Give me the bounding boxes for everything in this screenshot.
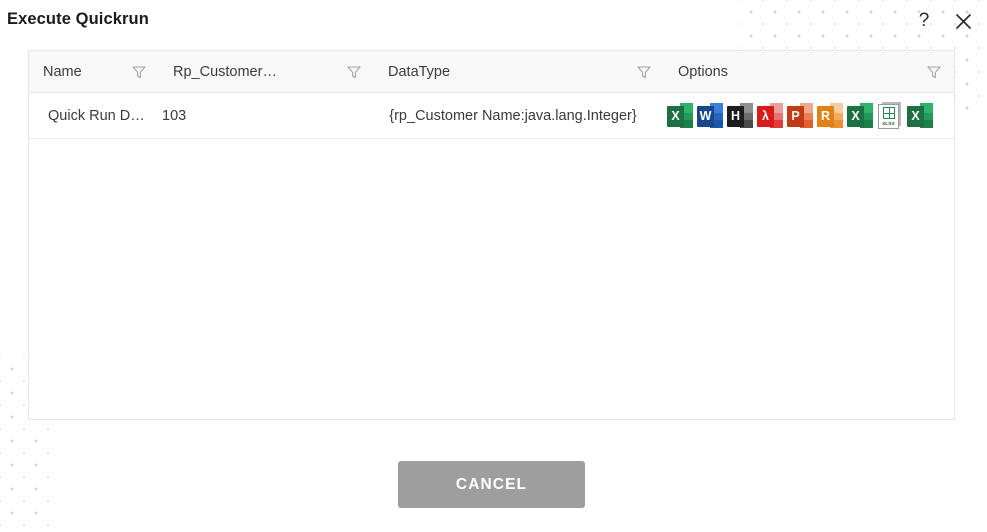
parameters-table: Name Rp_Customer… DataType Options Quick… (28, 50, 955, 420)
column-header-options-label: Options (678, 63, 728, 80)
cell-parameter: 103 (159, 93, 374, 138)
export-xls-icon[interactable]: X (845, 101, 875, 131)
column-header-parameter[interactable]: Rp_Customer… (159, 51, 374, 92)
cell-parameter-text: 103 (162, 107, 187, 124)
cell-options: X W Hλ P R X XLSX X (664, 93, 954, 138)
export-powerpoint-icon[interactable]: P (785, 101, 815, 131)
filter-funnel-icon[interactable] (131, 64, 147, 80)
spreadsheet-grid-icon (882, 106, 895, 119)
export-html-icon[interactable]: H (725, 101, 755, 131)
export-pdf-icon[interactable]: λ (755, 101, 785, 131)
filter-funnel-icon[interactable] (926, 64, 942, 80)
cell-name-text: Quick Run D… (48, 107, 145, 124)
export-options-icon-list: X W Hλ P R X XLSX X (665, 101, 935, 131)
table-row[interactable]: Quick Run D… 103 {rp_Customer Name:java.… (29, 93, 954, 139)
table-header-row: Name Rp_Customer… DataType Options (29, 51, 954, 93)
file-icon-letter: λ (757, 105, 774, 127)
export-excel-icon[interactable]: X (665, 101, 695, 131)
column-header-name[interactable]: Name (29, 51, 159, 92)
column-header-parameter-label: Rp_Customer… (173, 63, 277, 80)
export-xlsx-file-icon[interactable]: XLSX (875, 101, 905, 131)
cancel-button[interactable]: CANCEL (398, 461, 585, 508)
export-csv-icon[interactable]: X (905, 101, 935, 131)
close-icon (955, 13, 971, 29)
svg-text:?: ? (919, 11, 930, 31)
file-icon-letter: R (817, 105, 834, 127)
file-icon-letter: X (907, 105, 924, 127)
question-mark-icon: ? (919, 11, 930, 31)
column-header-options[interactable]: Options (664, 51, 954, 92)
column-header-name-label: Name (43, 63, 82, 80)
document-sheet: XLSX (878, 103, 899, 129)
cell-datatype-text: {rp_Customer Name:java.lang.Integer} (389, 107, 637, 124)
document-format-label: XLSX (882, 120, 895, 126)
file-icon-letter: W (697, 105, 714, 127)
column-header-datatype[interactable]: DataType (374, 51, 664, 92)
file-icon-letter: P (787, 105, 804, 127)
file-icon-letter: H (727, 105, 744, 127)
file-icon-letter: X (667, 105, 684, 127)
export-word-icon[interactable]: W (695, 101, 725, 131)
filter-funnel-icon[interactable] (346, 64, 362, 80)
close-button[interactable] (948, 6, 978, 36)
cell-datatype: {rp_Customer Name:java.lang.Integer} (374, 93, 664, 138)
help-icon[interactable]: ? (909, 6, 939, 36)
filter-funnel-icon[interactable] (636, 64, 652, 80)
page-title: Execute Quickrun (7, 10, 149, 28)
file-icon-letter: X (847, 105, 864, 127)
column-header-datatype-label: DataType (388, 63, 451, 80)
cell-name: Quick Run D… (29, 93, 159, 138)
export-rtf-icon[interactable]: R (815, 101, 845, 131)
